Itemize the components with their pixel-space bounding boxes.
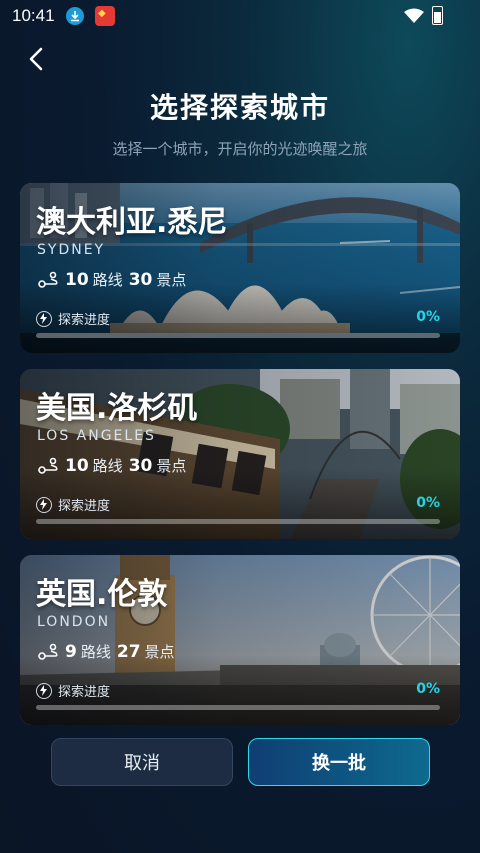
spots-label: 景点 [156,457,187,475]
routes-count: 10 [65,269,89,290]
progress-label: 探索进度 [58,313,111,328]
routes-label: 路线 [92,457,123,475]
bolt-icon [36,682,52,699]
back-button[interactable] [22,44,52,74]
progress-track [36,705,440,710]
progress-track [36,519,440,524]
progress-percent: 0% [416,681,440,697]
progress-label: 探索进度 [58,685,111,700]
page-subtitle: 选择一个城市，开启你的光迹唤醒之旅 [112,140,368,158]
app-notification-icon: ◆ [95,6,115,26]
city-name-cn: 澳大利亚.悉尼 [36,205,228,240]
city-stats: 10 路线 30 景点 [37,269,186,290]
status-bar: 10:41 ◆ [0,0,480,32]
city-stats: 9 路线 27 景点 [37,641,175,662]
spots-count: 30 [128,455,153,476]
progress-label-row: 探索进度 [36,495,110,514]
spots-label: 景点 [156,271,187,289]
progress-track [36,333,440,338]
battery-icon [432,6,443,25]
city-name-en: SYDNEY [37,242,106,258]
progress-percent: 0% [416,495,440,511]
route-icon [38,643,58,660]
city-name-cn: 英国.伦敦 [36,577,168,612]
city-card-london[interactable]: 英国.伦敦 LONDON 9 路线 27 景点 探索进度 0% [20,555,460,725]
page-title: 选择探索城市 [149,91,330,124]
route-icon [38,271,58,288]
refresh-batch-button[interactable]: 换一批 [248,738,430,786]
wifi-icon [404,8,424,23]
city-name-cn: 美国.洛杉矶 [36,391,198,426]
progress-percent: 0% [416,309,440,325]
city-name-en: LOS ANGELES [37,428,156,444]
cancel-button[interactable]: 取消 [51,738,233,786]
bolt-icon [36,310,52,327]
progress-label: 探索进度 [58,499,111,514]
route-icon [38,457,58,474]
routes-count: 10 [65,455,89,476]
spots-count: 30 [128,269,153,290]
chevron-left-icon [29,47,43,71]
city-name-en: LONDON [37,614,111,630]
progress-label-row: 探索进度 [36,309,110,328]
city-card-sydney[interactable]: 澳大利亚.悉尼 SYDNEY 10 路线 30 景点 探索进度 0% [20,183,460,353]
routes-count: 9 [65,641,77,662]
spots-count: 27 [116,641,141,662]
status-time: 10:41 [12,6,55,25]
city-stats: 10 路线 30 景点 [37,455,186,476]
bolt-icon [36,496,52,513]
progress-label-row: 探索进度 [36,681,110,700]
routes-label: 路线 [80,643,111,661]
routes-label: 路线 [92,271,123,289]
city-card-los-angeles[interactable]: 美国.洛杉矶 LOS ANGELES 10 路线 30 景点 探索进度 0% [20,369,460,539]
download-icon [66,7,84,25]
spots-label: 景点 [144,643,175,661]
